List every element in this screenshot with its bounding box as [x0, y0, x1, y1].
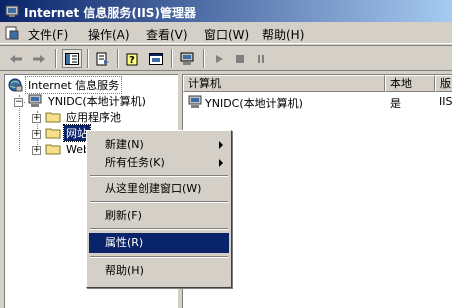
context-menu-all-tasks-label: 所有任务(K) [105, 156, 165, 169]
computer-button[interactable] [177, 49, 197, 68]
tree-root[interactable]: Internet 信息服务 [7, 76, 123, 94]
svg-text:?: ? [129, 55, 135, 66]
folder-icon [45, 128, 61, 139]
toolbar: ? [0, 45, 452, 71]
computer-icon [188, 95, 202, 108]
tree-computer-label: YNIDC(本地计算机) [48, 95, 146, 108]
folder-icon [45, 112, 61, 123]
table-row[interactable]: YNIDC(本地计算机) 是 IIS [187, 94, 452, 110]
menu-action[interactable]: 操作(A) [88, 26, 130, 43]
menu-help[interactable]: 帮助(H) [262, 26, 304, 43]
tree-item-web-ext[interactable]: Web [45, 141, 92, 157]
tree-item-app-pools[interactable]: 应用程序池 [45, 109, 123, 125]
tree-app-pools-label: 应用程序池 [66, 111, 121, 124]
computer-icon [28, 94, 42, 107]
pause-button[interactable] [251, 49, 271, 68]
properties-button[interactable] [146, 49, 166, 68]
menu-window[interactable]: 窗口(W) [204, 26, 249, 43]
stop-button[interactable] [230, 49, 250, 68]
stop-icon [236, 54, 244, 63]
submenu-arrow-icon [219, 159, 223, 167]
cell-local: 是 [390, 97, 401, 110]
forward-icon [33, 54, 45, 63]
context-menu-new-window-label: 从这里创建窗口(W) [105, 182, 202, 195]
expand-websites-button[interactable]: + [32, 130, 41, 139]
back-button[interactable] [6, 49, 26, 68]
context-menu-refresh-label: 刷新(F) [105, 209, 142, 222]
menu-bar: 文件(F) 操作(A) 查看(V) 窗口(W) 帮助(H) [0, 22, 452, 44]
export-list-button[interactable] [93, 49, 113, 68]
menu-separator [90, 256, 228, 258]
collapse-computer-button[interactable]: − [14, 98, 23, 107]
play-icon [216, 54, 223, 63]
column-header-version[interactable]: 版 [435, 75, 452, 92]
context-menu-properties[interactable]: 属性(R) [89, 233, 229, 253]
context-menu-new-label: 新建(N) [105, 138, 144, 151]
tree-item-websites[interactable]: 网站 [45, 124, 91, 142]
window-title: Internet 信息服务(IIS)管理器 [24, 6, 196, 20]
help-button[interactable]: ? [123, 49, 143, 68]
menu-separator [90, 175, 228, 177]
tree-item-computer[interactable]: YNIDC(本地计算机) [27, 93, 148, 109]
menu-view[interactable]: 查看(V) [146, 26, 188, 43]
iis-app-icon [5, 5, 19, 17]
expand-web-ext-button[interactable]: + [32, 146, 41, 155]
back-icon [10, 54, 22, 63]
show-tree-button[interactable] [62, 49, 82, 68]
menu-file[interactable]: 文件(F) [28, 26, 68, 43]
context-menu-help-label: 帮助(H) [105, 264, 144, 277]
properties-icon [149, 52, 163, 65]
iis-icon [8, 78, 23, 92]
cell-computer-name: YNIDC(本地计算机) [205, 97, 303, 110]
show-tree-icon [65, 52, 79, 65]
help-icon: ? [126, 53, 138, 66]
context-menu-new-window[interactable]: 从这里创建窗口(W) [89, 179, 229, 199]
expand-app-pools-button[interactable]: + [32, 114, 41, 123]
tree-root-label: Internet 信息服务 [24, 76, 123, 94]
cell-version: IIS [439, 95, 452, 108]
console-icon[interactable] [4, 25, 20, 41]
title-bar[interactable]: Internet 信息服务(IIS)管理器 [0, 0, 452, 22]
context-menu-help[interactable]: 帮助(H) [89, 261, 229, 281]
menu-separator [90, 201, 228, 203]
submenu-arrow-icon [219, 141, 223, 149]
context-menu-new[interactable]: 新建(N) [89, 135, 229, 155]
forward-button[interactable] [29, 49, 49, 68]
column-header-computer[interactable]: 计算机 [183, 75, 385, 92]
column-header-local[interactable]: 本地 [385, 75, 435, 92]
context-menu-refresh[interactable]: 刷新(F) [89, 206, 229, 226]
context-menu: 新建(N) 所有任务(K) 从这里创建窗口(W) 刷新(F) 属性(R) 帮助(… [86, 130, 232, 288]
menu-separator [90, 228, 228, 230]
pause-icon [258, 54, 264, 63]
computer-icon [180, 52, 194, 65]
play-button[interactable] [209, 49, 229, 68]
folder-icon [45, 144, 61, 155]
context-menu-all-tasks[interactable]: 所有任务(K) [89, 153, 229, 173]
context-menu-properties-label: 属性(R) [105, 236, 144, 249]
export-list-icon [96, 52, 109, 65]
